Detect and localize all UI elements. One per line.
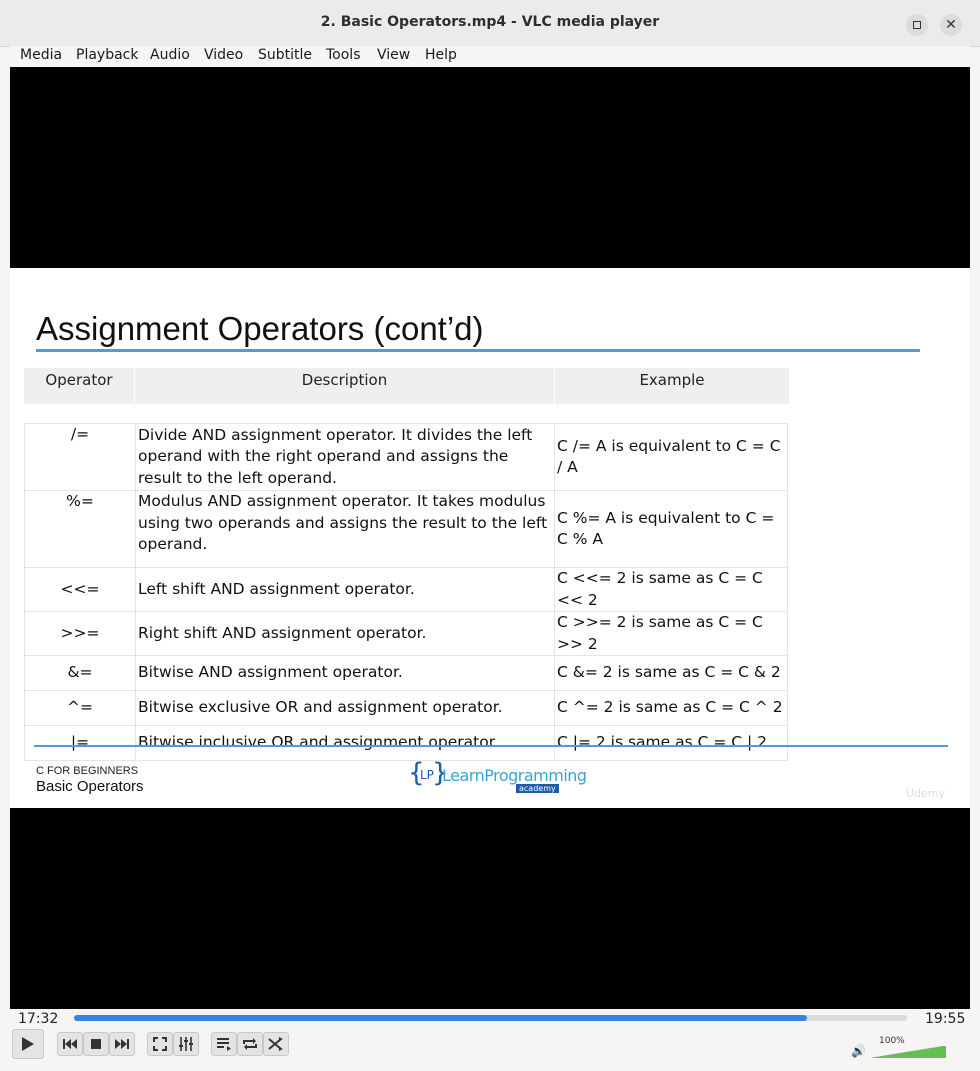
example-cell: C /= A is equivalent to C = C / A [554,423,788,491]
table-row: ^= Bitwise exclusive OR and assignment o… [24,690,788,726]
operator-cell: <<= [24,567,136,612]
previous-icon [63,1039,77,1049]
menu-bar: Media Playback Audio Video Subtitle Tool… [10,46,970,67]
next-button[interactable] [109,1032,135,1056]
loop-button[interactable] [237,1032,263,1056]
example-cell: C ^= 2 is same as C = C ^ 2 [554,690,788,726]
video-frame-slide: Assignment Operators (cont’d) Operator D… [10,268,970,808]
maximize-button[interactable] [906,14,928,36]
playlist-button[interactable] [211,1032,237,1056]
previous-button[interactable] [57,1032,83,1056]
example-cell: C &= 2 is same as C = C & 2 [554,655,788,691]
description-cell: Right shift AND assignment operator. [135,611,555,656]
example-cell: C >>= 2 is same as C = C >> 2 [554,611,788,656]
operator-cell: &= [24,655,136,691]
shuffle-button[interactable] [263,1032,289,1056]
description-cell: Bitwise exclusive OR and assignment oper… [135,690,555,726]
header-description: Description [301,371,388,389]
speaker-icon[interactable]: 🔊 [851,1044,866,1058]
menu-media[interactable]: Media [20,47,62,63]
volume-slider[interactable] [872,1046,946,1058]
header-example: Example [639,371,705,389]
course-label: C FOR BEGINNERS [36,765,139,777]
play-icon [22,1037,34,1051]
stop-icon [91,1039,101,1049]
menu-view[interactable]: View [377,47,410,63]
table-row: /= Divide AND assignment operator. It di… [24,423,788,491]
example-cell: C |= 2 is same as C = C | 2 [554,725,788,761]
table-row: |= Bitwise inclusive OR and assignment o… [24,725,788,761]
description-cell: Bitwise AND assignment operator. [135,655,555,691]
window-title: 2. Basic Operators.mp4 - VLC media playe… [320,14,660,30]
seek-bar[interactable] [74,1015,907,1021]
close-button[interactable]: ✕ [940,14,962,36]
extended-settings-button[interactable] [173,1032,199,1056]
menu-help[interactable]: Help [425,47,457,63]
elapsed-time: 17:32 [18,1011,59,1027]
shuffle-icon [268,1037,283,1051]
menu-playback[interactable]: Playback [76,47,138,63]
operator-cell: |= [24,725,136,761]
fullscreen-button[interactable] [147,1032,173,1056]
vlc-window: 2. Basic Operators.mp4 - VLC media playe… [0,0,980,1071]
description-cell: Modulus AND assignment operator. It take… [135,490,555,568]
playback-controls: 17:32 19:55 🔊 100% [0,1009,980,1071]
logo-text: LearnProgramming [442,766,587,785]
loop-icon [243,1038,257,1050]
slide-title: Assignment Operators (cont’d) [36,310,484,347]
example-cell: C <<= 2 is same as C = C << 2 [554,567,788,612]
udemy-watermark: Udemy [906,787,946,800]
total-time: 19:55 [925,1011,966,1027]
video-area[interactable]: Assignment Operators (cont’d) Operator D… [10,67,970,1009]
header-operator: Operator [45,371,113,389]
subject-label: Basic Operators [36,778,144,795]
description-cell: Left shift AND assignment operator. [135,567,555,612]
menu-subtitle[interactable]: Subtitle [258,47,312,63]
example-cell: C %= A is equivalent to C = C % A [554,490,788,568]
table-row: >>= Right shift AND assignment operator.… [24,611,788,656]
equalizer-icon [179,1037,193,1051]
table-row: %= Modulus AND assignment operator. It t… [24,490,788,568]
operator-cell: >>= [24,611,136,656]
logo-academy: academy [516,784,559,793]
operator-cell: /= [24,423,136,491]
stop-button[interactable] [83,1032,109,1056]
description-cell: Divide AND assignment operator. It divid… [135,423,555,491]
fullscreen-icon [153,1037,167,1051]
operator-cell: %= [24,490,136,568]
menu-video[interactable]: Video [204,47,243,63]
menu-audio[interactable]: Audio [150,47,190,63]
table-row: &= Bitwise AND assignment operator. C &=… [24,655,788,691]
operators-table: /= Divide AND assignment operator. It di… [24,423,788,761]
title-underline [36,349,920,352]
playlist-icon [217,1038,231,1051]
table-header: Operator Description Example [24,368,789,404]
close-icon: ✕ [945,17,957,33]
description-cell: Bitwise inclusive OR and assignment oper… [135,725,555,761]
table-row: <<= Left shift AND assignment operator. … [24,567,788,612]
seek-progress [74,1015,808,1021]
next-icon [115,1039,129,1049]
play-button[interactable] [12,1029,44,1059]
operator-cell: ^= [24,690,136,726]
volume-label: 100% [879,1036,905,1046]
title-bar[interactable]: 2. Basic Operators.mp4 - VLC media playe… [0,0,980,47]
menu-tools[interactable]: Tools [326,47,361,63]
footer-divider [34,745,948,747]
